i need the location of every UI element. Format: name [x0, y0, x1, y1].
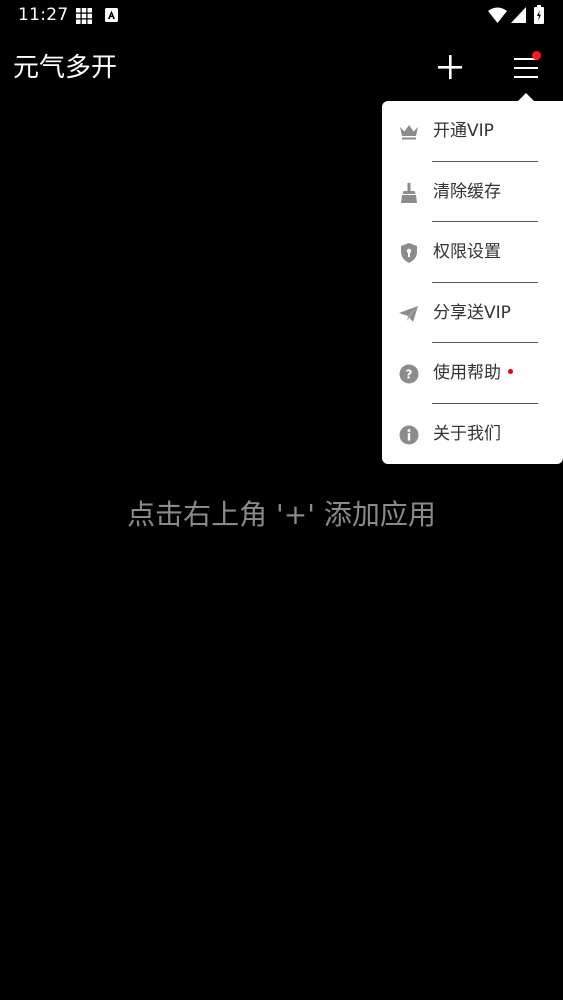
popup-menu: 开通VIP 清除缓存 权限设置 分享送VIP ? 使用帮助 关于我们	[382, 101, 563, 464]
paper-plane-icon	[399, 305, 418, 322]
app-title: 元气多开	[13, 53, 118, 83]
shield-icon	[401, 243, 417, 263]
crown-icon	[400, 125, 418, 140]
status-bar: 11:27	[0, 0, 563, 32]
menu-item-label: 使用帮助	[433, 362, 513, 384]
menu-item-open-vip[interactable]: 开通VIP	[382, 101, 563, 162]
menu-badge	[532, 51, 541, 60]
battery-icon	[534, 5, 544, 24]
empty-hint: 点击右上角 '+' 添加应用	[127, 498, 436, 531]
broom-icon	[401, 182, 417, 203]
menu-item-label: 分享送VIP	[433, 302, 511, 323]
help-icon: ?	[399, 364, 419, 384]
menu-item-label: 关于我们	[433, 423, 501, 444]
menu-item-clear-cache[interactable]: 清除缓存	[382, 162, 563, 222]
menu-item-label: 开通VIP	[433, 121, 494, 141]
wifi-icon	[488, 7, 507, 23]
screen: 11:27 元气多开 开通VIP 清除缓存 权限设置 分享送VIP ? 使用帮助…	[0, 0, 563, 1000]
info-icon	[399, 425, 419, 444]
menu-item-permission-settings[interactable]: 权限设置	[382, 222, 563, 283]
menu-item-text: 使用帮助	[433, 363, 501, 383]
menu-item-about-us[interactable]: 关于我们	[382, 404, 563, 465]
a-icon	[105, 8, 118, 22]
signal-icon	[511, 7, 526, 23]
menu-item-label: 清除缓存	[433, 181, 501, 202]
menu-item-label: 权限设置	[433, 242, 501, 262]
plus-icon[interactable]	[434, 51, 466, 83]
notification-dot	[508, 368, 513, 374]
status-time: 11:27	[18, 5, 69, 25]
svg-text:?: ?	[406, 368, 413, 382]
menu-item-share-vip[interactable]: 分享送VIP	[382, 283, 563, 343]
grid-icon	[76, 8, 92, 24]
menu-item-help[interactable]: ? 使用帮助	[382, 343, 563, 404]
